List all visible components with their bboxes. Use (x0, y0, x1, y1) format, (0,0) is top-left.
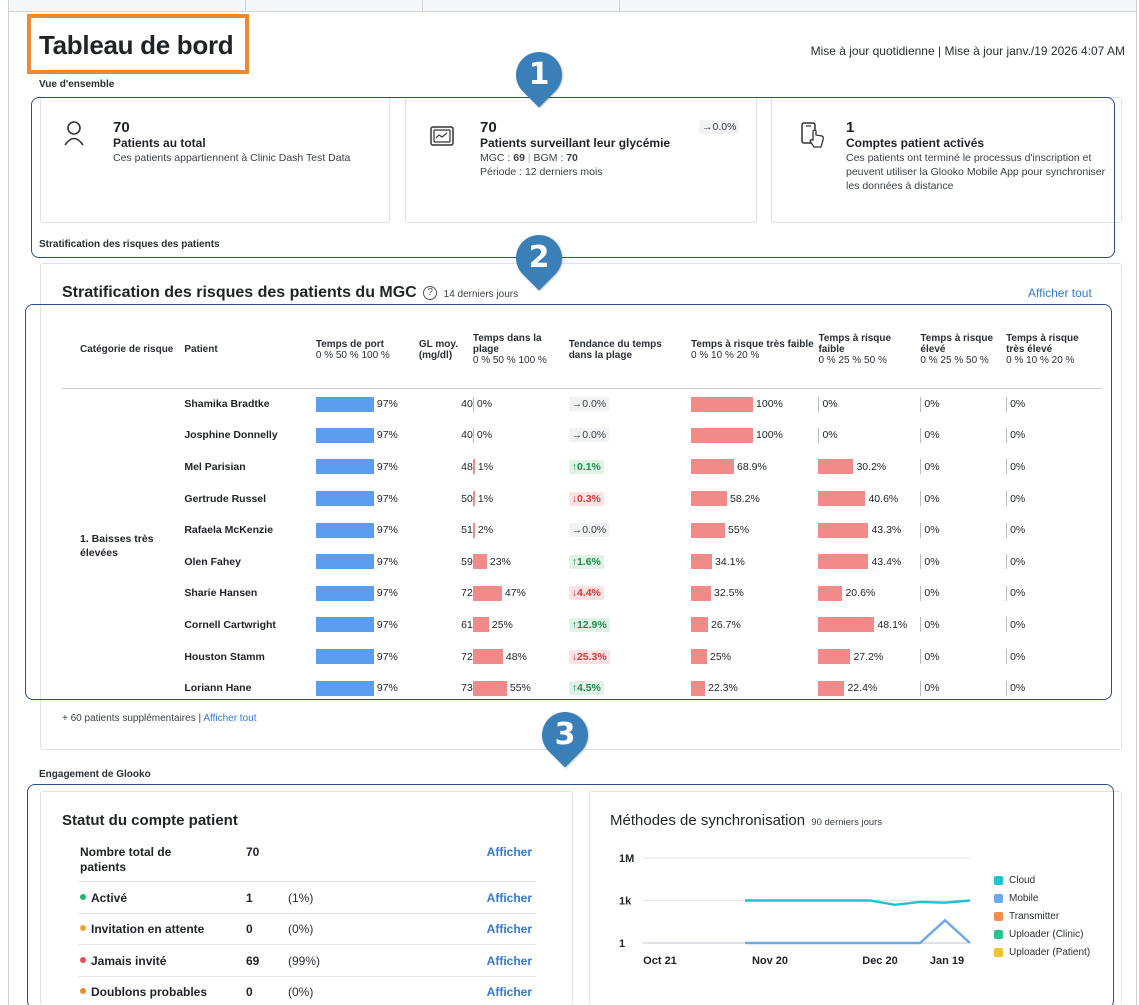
annotation-box-2 (25, 304, 1112, 700)
help-icon[interactable]: ? (423, 286, 438, 300)
more-patients-line: + 60 patients supplémentaires | Afficher… (62, 713, 257, 724)
more-patients-link[interactable]: Afficher tout (203, 713, 256, 724)
risk-title-text: Stratification des risques des patients … (62, 284, 417, 301)
annotation-box-3 (27, 784, 1114, 1005)
risk-card-title: Stratification des risques des patients … (62, 284, 518, 302)
annotation-marker-3: 3 (532, 702, 598, 768)
annotation-box-1 (31, 97, 1115, 258)
risk-show-all-link[interactable]: Afficher tout (1028, 286, 1092, 300)
page-title: Tableau de bord (39, 30, 234, 60)
update-timestamp: Mise à jour quotidienne | Mise à jour ja… (810, 44, 1125, 58)
overview-section-label: Vue d'ensemble (39, 79, 115, 90)
annotation-marker-2: 2 (506, 225, 572, 291)
more-patients-text: + 60 patients supplémentaires | (62, 713, 204, 724)
annotation-marker-1: 1 (506, 42, 572, 108)
risk-period: 14 derniers jours (443, 289, 519, 300)
engagement-section-label: Engagement de Glooko (39, 769, 151, 780)
